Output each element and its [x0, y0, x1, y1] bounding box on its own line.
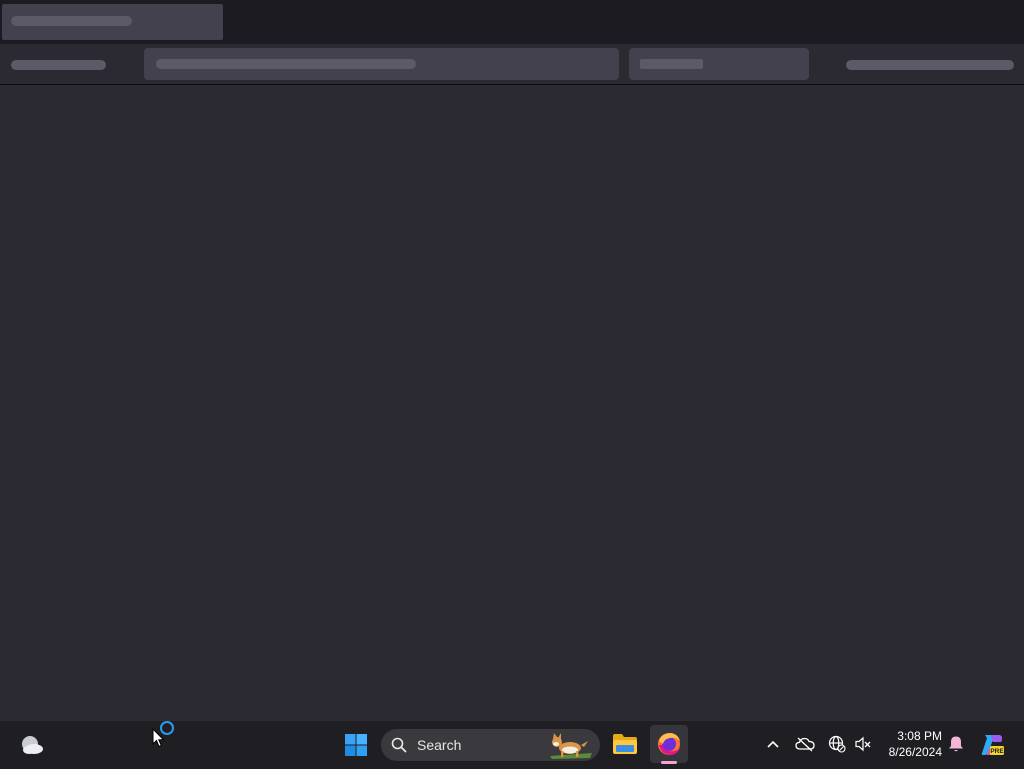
file-explorer-button[interactable] — [608, 727, 642, 761]
firefox-icon — [658, 733, 680, 755]
tab-title-placeholder — [11, 16, 132, 26]
search-icon — [391, 737, 407, 753]
system-clock[interactable]: 3:08 PM 8/26/2024 — [878, 728, 942, 760]
clock-time: 3:08 PM — [897, 729, 942, 743]
navigation-toolbar — [0, 44, 1024, 85]
active-app-indicator — [661, 761, 677, 764]
chevron-up-icon — [767, 740, 779, 748]
copilot-button[interactable]: PRE — [978, 731, 1006, 759]
start-button[interactable] — [340, 729, 372, 761]
notifications-button[interactable] — [946, 733, 966, 755]
tab-strip — [0, 0, 1024, 44]
copilot-icon: PRE — [981, 735, 1004, 755]
onedrive-status[interactable] — [794, 733, 816, 755]
loading-spinner-icon — [160, 721, 174, 735]
search-label: Search — [417, 737, 462, 753]
weather-widget[interactable] — [16, 729, 48, 761]
copilot-badge-text: PRE — [990, 748, 1004, 755]
network-icon — [828, 735, 846, 753]
windows-start-icon — [345, 734, 367, 756]
notification-bell-icon — [949, 736, 963, 752]
firefox-taskbar-button[interactable] — [650, 725, 688, 763]
search-bar-placeholder — [640, 59, 703, 69]
search-highlight-corgi-icon — [550, 733, 592, 759]
volume-status[interactable] — [852, 733, 874, 755]
address-bar-placeholder — [156, 59, 416, 69]
search-bar[interactable] — [629, 48, 809, 80]
show-hidden-icons-button[interactable] — [762, 733, 784, 755]
taskbar-search-box[interactable]: Search — [381, 729, 600, 761]
nav-buttons-placeholder — [11, 60, 106, 70]
weather-icon — [22, 736, 43, 754]
network-status[interactable] — [826, 733, 848, 755]
onedrive-icon — [795, 737, 815, 752]
page-content[interactable] — [0, 85, 1024, 720]
toolbar-buttons-placeholder — [846, 60, 1014, 70]
address-bar[interactable] — [144, 48, 619, 80]
file-explorer-icon — [613, 734, 637, 754]
clock-date: 8/26/2024 — [888, 745, 942, 759]
browser-tab[interactable] — [2, 4, 223, 40]
volume-muted-icon — [855, 736, 871, 752]
